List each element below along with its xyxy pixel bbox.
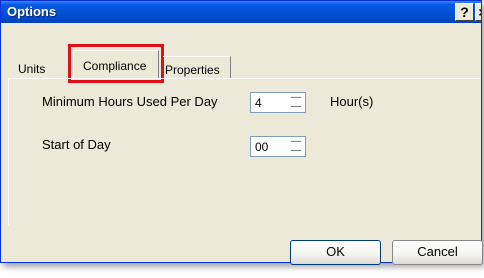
close-button[interactable]: × <box>475 3 481 21</box>
tab-units[interactable]: Units <box>9 55 67 79</box>
min-hours-spinner[interactable]: 4 — — <box>250 92 306 113</box>
cancel-button[interactable]: Cancel <box>392 240 483 265</box>
dialog-title: Options <box>7 4 57 19</box>
tab-properties[interactable]: Properties <box>163 56 231 78</box>
min-hours-unit: Hour(s) <box>330 94 374 109</box>
up-down-arrows-icon[interactable]: — — <box>287 137 305 156</box>
start-of-day-value[interactable]: 00 <box>255 140 268 154</box>
title-bar[interactable]: Options ? × <box>1 1 481 23</box>
min-hours-label: Minimum Hours Used Per Day <box>42 94 218 109</box>
start-of-day-spinner[interactable]: 00 — — <box>250 136 306 157</box>
min-hours-value[interactable]: 4 <box>255 96 262 110</box>
help-button[interactable]: ? <box>455 3 474 21</box>
start-of-day-label: Start of Day <box>42 137 111 152</box>
up-down-arrows-icon[interactable]: — — <box>287 93 305 112</box>
ok-button[interactable]: OK <box>290 240 381 265</box>
tab-compliance[interactable]: Compliance <box>73 50 159 78</box>
